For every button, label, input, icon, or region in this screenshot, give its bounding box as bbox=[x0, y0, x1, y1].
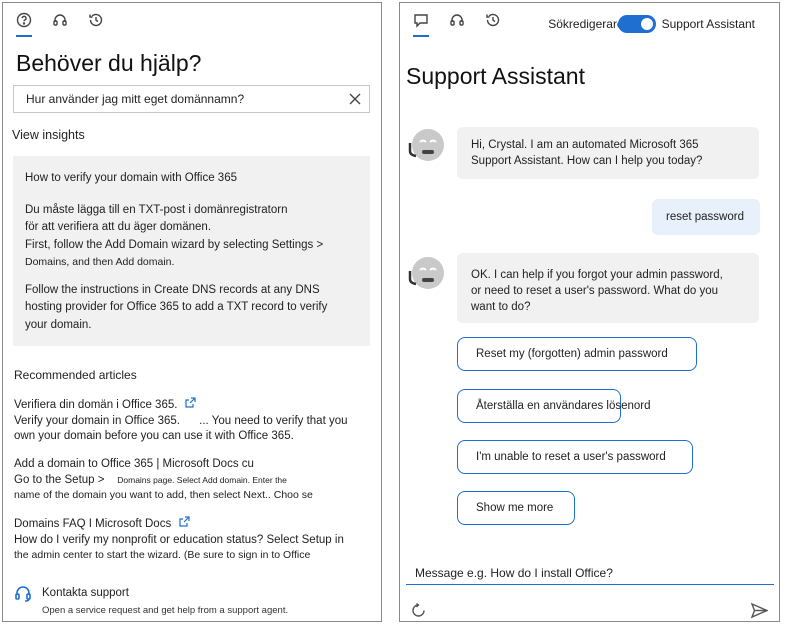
insight-text: Du måste lägga till en TXT-post i domänr… bbox=[25, 203, 288, 216]
article-snippet: own your domain before you can use it wi… bbox=[14, 430, 294, 442]
contact-support-description: Open a service request and get help from… bbox=[42, 605, 289, 616]
option-show-more[interactable]: Show me more bbox=[457, 491, 575, 525]
article-title[interactable]: Add a domain to Office 365 | Microsoft D… bbox=[14, 457, 254, 473]
article-snippet: How do I verify my nonprofit or educatio… bbox=[14, 533, 344, 546]
restart-button[interactable] bbox=[408, 600, 428, 620]
assistant-title: Support Assistant bbox=[406, 63, 585, 89]
search-input[interactable]: Hur använder jag mitt eget domännamn? bbox=[14, 92, 341, 106]
article-snippet: Go to the Setup > bbox=[14, 473, 105, 486]
help-tabbar bbox=[13, 9, 107, 37]
bot-message: OK. I can help if you forgot your admin … bbox=[457, 253, 759, 323]
assistant-label: Support Assistant bbox=[661, 17, 755, 31]
recommended-articles-heading: Recommended articles bbox=[14, 368, 137, 382]
insight-heading: How to verify your domain with Office 36… bbox=[25, 172, 237, 184]
support-assistant-panel: Sökredigerare Support Assistant Support … bbox=[399, 2, 780, 622]
option-reset-user-password[interactable]: Återställa en användares lösenord bbox=[457, 389, 651, 423]
bot-message-text: want to do? bbox=[471, 301, 531, 313]
assistant-tabbar bbox=[410, 9, 504, 37]
external-link-icon bbox=[179, 516, 190, 533]
close-icon bbox=[349, 93, 361, 105]
article-snippet: Verify your domain in Office 365. bbox=[14, 414, 180, 427]
insight-text: Follow the instructions in Create DNS re… bbox=[25, 283, 320, 296]
search-editor-toggle[interactable] bbox=[617, 15, 656, 33]
insight-text: Domains, and then Add domain. bbox=[25, 256, 175, 268]
article-title[interactable]: Domains FAQ I Microsoft Docs bbox=[14, 517, 171, 533]
tab-contact[interactable] bbox=[446, 9, 468, 31]
message-input[interactable]: Message e.g. How do I install Office? bbox=[406, 561, 774, 585]
article-item: Add a domain to Office 365 | Microsoft D… bbox=[14, 457, 364, 504]
user-message: reset password bbox=[652, 199, 760, 235]
tab-help[interactable] bbox=[13, 9, 35, 37]
insight-text: hosting provider for Office 365 to add a… bbox=[25, 301, 328, 313]
contact-support: Kontakta support Open a service request … bbox=[14, 584, 374, 616]
article-snippet: name of the domain you want to add, then… bbox=[14, 489, 313, 501]
send-icon bbox=[750, 602, 768, 618]
article-link[interactable]: Add a domain to Office 365 | Microsoft D… bbox=[14, 457, 364, 473]
tab-history[interactable] bbox=[85, 9, 107, 31]
tab-history[interactable] bbox=[482, 9, 504, 31]
user-message-text: reset password bbox=[666, 211, 744, 223]
insight-text: för att verifiera att du äger domänen. bbox=[25, 221, 212, 233]
bot-message: Hi, Crystal. I am an automated Microsoft… bbox=[457, 127, 759, 179]
article-item: Domains FAQ I Microsoft Docs How do I ve… bbox=[14, 516, 364, 564]
message-input-placeholder: Message e.g. How do I install Office? bbox=[415, 565, 613, 580]
article-link[interactable]: Domains FAQ I Microsoft Docs bbox=[14, 516, 364, 533]
tab-contact[interactable] bbox=[49, 9, 71, 31]
tab-chat[interactable] bbox=[410, 9, 432, 37]
toggle-label: Sökredigerare bbox=[548, 17, 624, 31]
history-icon bbox=[89, 13, 103, 27]
bot-avatar-icon bbox=[408, 129, 444, 161]
option-reset-admin-password[interactable]: Reset my (forgotten) admin password bbox=[457, 337, 697, 371]
search-field[interactable]: Hur använder jag mitt eget domännamn? bbox=[13, 85, 370, 113]
assistant-toggle-area: Sökredigerare Support Assistant bbox=[548, 15, 755, 33]
option-unable-to-reset[interactable]: I'm unable to reset a user's password bbox=[457, 440, 693, 474]
refresh-icon bbox=[411, 602, 425, 617]
article-link[interactable]: Verifiera din domän i Office 365. bbox=[14, 397, 354, 414]
article-snippet: Domains page. Select Add domain. Enter t… bbox=[117, 474, 287, 485]
help-panel: Behöver du hjälp? Hur använder jag mitt … bbox=[2, 2, 382, 622]
clear-search-button[interactable] bbox=[341, 86, 369, 112]
view-insights-link[interactable]: View insights bbox=[12, 128, 85, 142]
external-link-icon bbox=[185, 397, 197, 414]
article-item: Verifiera din domän i Office 365. Verify… bbox=[14, 397, 354, 445]
article-title[interactable]: Verifiera din domän i Office 365. bbox=[14, 398, 177, 414]
insight-text: your domain. bbox=[25, 318, 92, 331]
page-title: Behöver du hjälp? bbox=[16, 50, 202, 76]
headset-icon bbox=[450, 14, 464, 26]
history-icon bbox=[486, 13, 500, 27]
article-snippet: ... You need to verify that you bbox=[199, 414, 348, 427]
headset-icon bbox=[15, 586, 31, 602]
bot-avatar-icon bbox=[408, 257, 444, 289]
contact-support-link[interactable]: Kontakta support bbox=[14, 584, 374, 602]
chat-icon bbox=[414, 14, 428, 28]
help-icon bbox=[16, 12, 32, 28]
insight-card: How to verify your domain with Office 36… bbox=[13, 156, 370, 346]
contact-support-label[interactable]: Kontakta support bbox=[42, 587, 129, 599]
send-button[interactable] bbox=[747, 600, 771, 620]
bot-message-text: or need to reset a user's password. What… bbox=[471, 285, 719, 297]
headset-icon bbox=[53, 14, 67, 26]
bot-message-text: Support Assistant. How can I help you to… bbox=[471, 155, 703, 167]
article-snippet: the admin center to start the wizard. (B… bbox=[14, 549, 311, 561]
bot-message-text: OK. I can help if you forgot your admin … bbox=[471, 269, 723, 281]
bot-message-text: Hi, Crystal. I am an automated Microsoft… bbox=[471, 139, 699, 151]
insight-text: First, follow the Add Domain wizard by s… bbox=[25, 238, 324, 251]
